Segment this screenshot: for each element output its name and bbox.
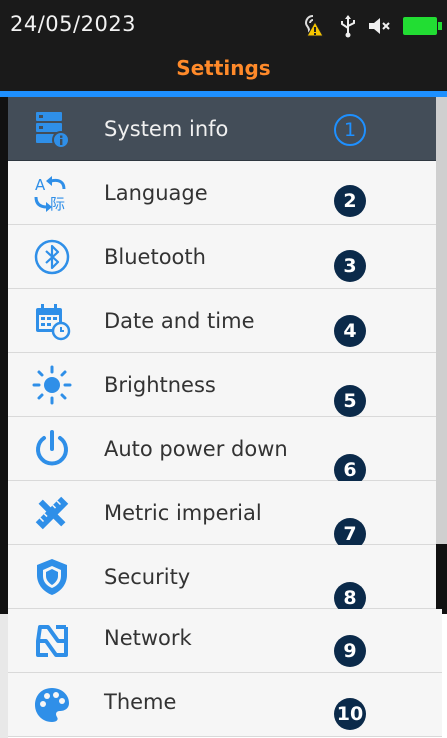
menu-item-label: Security [104, 565, 191, 589]
language-icon: A 际 [30, 171, 74, 215]
mute-icon [367, 16, 393, 36]
menu-item-badge: 9 [334, 635, 366, 667]
menu-item-label: System info [104, 117, 229, 141]
menu-item-label: Network [104, 626, 192, 650]
menu-item-label: Metric imperial [104, 501, 262, 525]
svg-text:A: A [35, 176, 46, 194]
menu-item-label: Brightness [104, 373, 216, 397]
menu-item-language[interactable]: A 际 Language 2 [8, 161, 436, 225]
menu-item-theme[interactable]: Theme 10 [8, 673, 442, 737]
menu-item-security[interactable]: Security 8 [8, 545, 436, 614]
menu-item-label: Bluetooth [104, 245, 206, 269]
menu-item-system-info[interactable]: System info 1 [8, 97, 436, 161]
menu-item-bluetooth[interactable]: Bluetooth 3 [8, 225, 436, 289]
menu-item-auto-power-down[interactable]: Auto power down 6 [8, 417, 436, 486]
menu-item-date-time[interactable]: Date and time 4 [8, 289, 436, 353]
menu-item-label: Auto power down [104, 437, 288, 461]
hearing-warning-icon [303, 14, 329, 38]
status-date: 24/05/2023 [10, 12, 137, 36]
menu-item-label: Language [104, 181, 208, 205]
left-frame [0, 97, 8, 614]
menu-item-label: Date and time [104, 309, 255, 333]
menu-item-badge: 5 [334, 385, 366, 417]
menu-item-badge: 3 [334, 250, 366, 282]
calendar-clock-icon [30, 299, 74, 343]
menu-item-label: Theme [104, 690, 177, 714]
menu-item-badge: 2 [334, 185, 366, 217]
battery-icon [403, 17, 442, 35]
scroll-track[interactable] [436, 97, 447, 544]
system-info-icon [30, 107, 74, 151]
brightness-icon [30, 363, 74, 407]
shield-icon [30, 555, 74, 599]
scroll-track-end [436, 544, 447, 614]
menu-item-network[interactable]: Network 9 [8, 609, 442, 673]
ruler-icon [30, 491, 74, 535]
left-frame-lower [0, 614, 8, 738]
svg-text:际: 际 [50, 195, 65, 213]
bluetooth-icon [30, 235, 74, 279]
power-icon [30, 427, 74, 471]
menu-item-badge: 4 [334, 315, 366, 347]
menu-item-badge: 10 [334, 698, 366, 730]
menu-item-badge: 1 [334, 114, 366, 146]
menu-item-metric-imperial[interactable]: Metric imperial 7 [8, 481, 436, 550]
palette-icon [30, 683, 74, 727]
usb-icon [339, 14, 357, 38]
network-icon [30, 619, 74, 663]
status-icons [303, 14, 442, 38]
page-title: Settings [176, 56, 271, 80]
status-bar: 24/05/2023 Settings [0, 0, 447, 91]
menu-item-brightness[interactable]: Brightness 5 [8, 353, 436, 417]
